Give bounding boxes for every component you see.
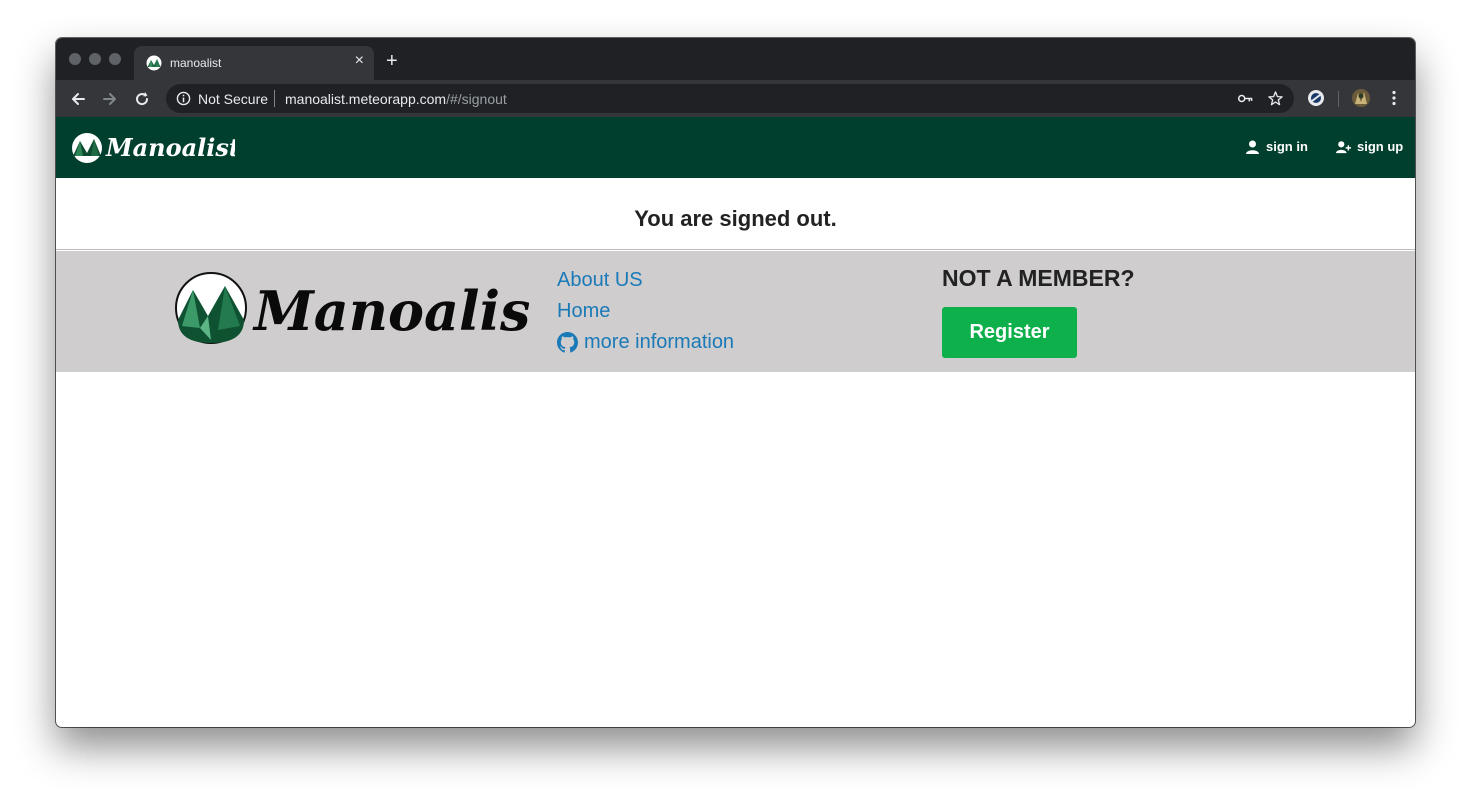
main-content: You are signed out. (56, 178, 1415, 250)
info-icon[interactable] (176, 91, 191, 106)
reload-icon[interactable] (132, 89, 152, 109)
footer-manoalist-logo: Manoalist (175, 272, 529, 344)
about-us-link[interactable]: About US (557, 265, 734, 296)
sign-in-label: sign in (1266, 139, 1308, 154)
url-text[interactable]: manoalist.meteorapp.com/#/signout (285, 91, 507, 107)
security-status: Not Secure (198, 91, 269, 107)
home-label: Home (557, 300, 611, 322)
forward-arrow-icon[interactable] (100, 89, 120, 109)
sign-in-link[interactable]: sign in (1245, 139, 1308, 154)
user-plus-icon (1336, 140, 1351, 153)
more-information-link[interactable]: more information (557, 327, 734, 358)
toolbar-divider (1338, 91, 1339, 107)
page-footer: Manoalist About US Home more information… (56, 251, 1415, 372)
new-tab-button[interactable]: + (386, 51, 398, 71)
user-icon (1246, 140, 1259, 154)
tab-title: manoalist (170, 56, 222, 70)
url-path: /#/signout (446, 91, 507, 107)
browser-toolbar: Not Secure manoalist.meteorapp.com/#/sig… (56, 80, 1415, 117)
sign-up-link[interactable]: sign up (1336, 139, 1403, 154)
address-bar[interactable]: Not Secure manoalist.meteorapp.com/#/sig… (166, 84, 1294, 113)
footer-links: About US Home more information (557, 265, 734, 358)
mountain-favicon-icon (146, 55, 162, 71)
app-navbar: Manoalist sign in sign up (56, 117, 1415, 178)
browser-window: manoalist × + Not Secure manoalist.meteo… (56, 38, 1415, 727)
not-a-member-heading: NOT A MEMBER? (942, 265, 1135, 291)
tab-strip: manoalist × + (56, 38, 1415, 80)
more-information-label: more information (584, 331, 735, 353)
minimize-window-button[interactable] (89, 53, 101, 65)
home-link[interactable]: Home (557, 296, 734, 327)
browser-tab[interactable]: manoalist × (134, 46, 374, 80)
about-us-label: About US (557, 269, 643, 291)
bookmark-star-icon[interactable] (1267, 90, 1284, 107)
github-icon (557, 332, 578, 353)
maximize-window-button[interactable] (109, 53, 121, 65)
close-window-button[interactable] (69, 53, 81, 65)
key-icon[interactable] (1237, 90, 1254, 107)
footer-logo-text: Manoalist (252, 279, 529, 343)
nav-logo-text: Manoalist (105, 133, 235, 162)
menu-dots-icon[interactable] (1384, 88, 1404, 108)
address-divider (274, 90, 275, 107)
sign-up-label: sign up (1357, 139, 1404, 154)
signed-out-message: You are signed out. (634, 206, 837, 231)
tab-close-icon[interactable]: × (355, 53, 364, 69)
url-host: manoalist.meteorapp.com (285, 91, 447, 107)
register-button[interactable]: Register (942, 307, 1077, 358)
profile-avatar-icon[interactable] (1351, 88, 1371, 108)
manoalist-logo[interactable]: Manoalist (70, 129, 235, 167)
back-arrow-icon[interactable] (68, 89, 88, 109)
extension-icon[interactable] (1306, 88, 1326, 108)
